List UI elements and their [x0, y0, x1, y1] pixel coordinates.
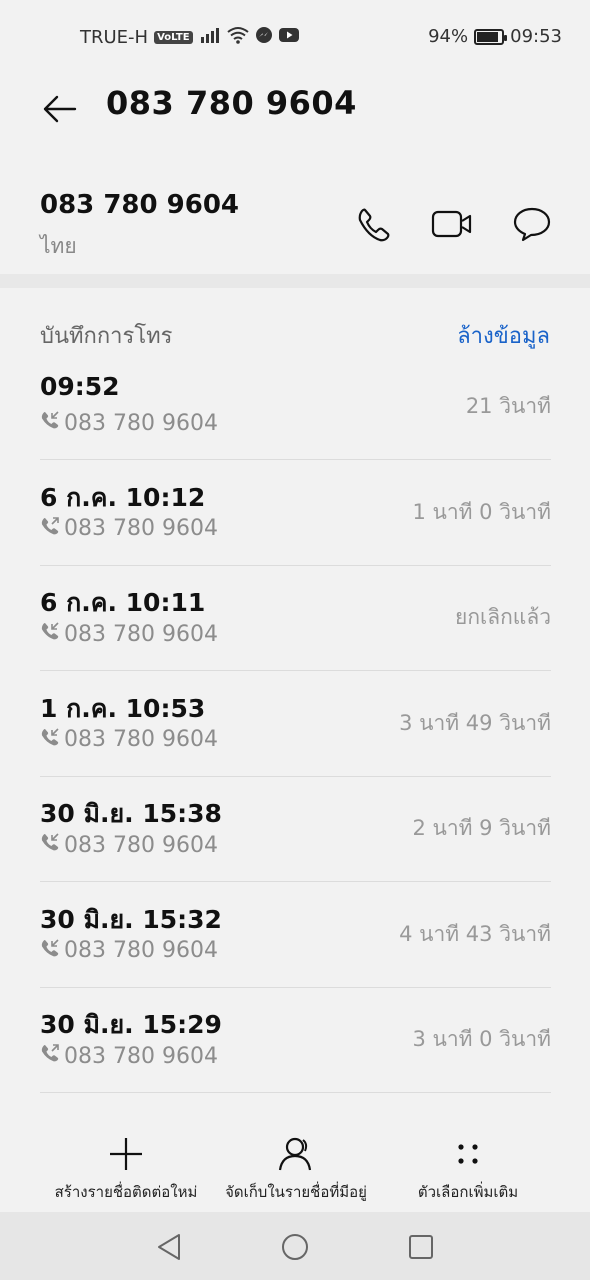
- call-duration: 3 นาที 0 วินาที: [412, 1027, 551, 1051]
- call-number: 083 780 9604: [64, 410, 218, 436]
- call-detail-screen: TRUE-H VoLTE 94% 09:53 083 780 9604 083 …: [0, 0, 590, 1280]
- more-options-button[interactable]: ตัวเลือกเพิ่มเติม: [398, 1124, 538, 1212]
- call-number: 083 780 9604: [64, 1043, 218, 1069]
- call-number: 083 780 9604: [64, 727, 218, 752]
- back-button[interactable]: [36, 86, 82, 132]
- battery-icon: [474, 28, 508, 45]
- battery-fill: [477, 31, 499, 42]
- battery-percent: 94%: [428, 26, 469, 47]
- call-duration: ยกเลิกแล้ว: [455, 605, 551, 629]
- page-title: 083 780 9604: [106, 84, 357, 122]
- app-header: 083 780 9604: [0, 74, 590, 164]
- new-contact-label: สร้างรายชื่อติดต่อใหม่: [54, 1183, 198, 1201]
- status-bar: TRUE-H VoLTE 94% 09:53: [0, 0, 590, 74]
- call-log-row[interactable]: 6 ก.ค. 10:11 083 780 9604 ยกเลิกแล้ว: [40, 565, 551, 671]
- save-existing-label: จัดเก็บในรายชื่อที่มีอยู่: [225, 1183, 367, 1201]
- call-log-row[interactable]: 1 ก.ค. 10:53 083 780 9604 3 นาที 49 วินาที: [40, 671, 551, 777]
- incoming-call-icon: [40, 621, 60, 647]
- call-duration: 3 นาที 49 วินาที: [399, 710, 551, 735]
- call-log-row[interactable]: 30 มิ.ย. 15:29 083 780 9604 3 นาที 0 วินาท…: [40, 987, 551, 1093]
- call-time: 09:52: [40, 372, 120, 401]
- call-duration: 4 นาที 43 วินาที: [399, 921, 551, 946]
- incoming-call-icon: [40, 410, 60, 436]
- call-log-row[interactable]: 09:52 083 780 9604 21 วินาที: [40, 354, 551, 460]
- call-time: 1 ก.ค. 10:53: [40, 693, 206, 723]
- back-arrow-icon: [43, 95, 77, 123]
- call-number: 083 780 9604: [64, 832, 218, 858]
- call-log-section: บันทึกการโทร ล้างข้อมูล 09:52 083 780 960…: [0, 288, 590, 1124]
- status-left: TRUE-H VoLTE: [80, 26, 299, 49]
- incoming-call-icon: [40, 727, 60, 753]
- call-log-row[interactable]: 30 มิ.ย. 15:32 083 780 9604 4 นาที 43 วินา…: [40, 882, 551, 988]
- call-duration: 2 นาที 9 วินาที: [412, 816, 551, 840]
- call-log-title: บันทึกการโทร: [40, 324, 173, 349]
- call-number-line: 083 780 9604: [40, 621, 218, 647]
- nav-home-button[interactable]: [278, 1230, 312, 1264]
- bottom-toolbar: สร้างรายชื่อติดต่อใหม่ จัดเก็บในรายชื่อท…: [0, 1124, 590, 1212]
- video-call-button[interactable]: [430, 202, 474, 246]
- status-right: 94% 09:53: [428, 26, 562, 47]
- call-time: 6 ก.ค. 10:11: [40, 588, 206, 617]
- signal-icon: [199, 27, 221, 48]
- back-triangle-icon: [158, 1234, 180, 1260]
- outgoing-call-icon: [40, 1043, 60, 1069]
- contact-region: ไทย: [40, 234, 77, 258]
- call-button[interactable]: [352, 202, 396, 246]
- call-number-line: 083 780 9604: [40, 1043, 218, 1069]
- contact-number: 083 780 9604: [40, 190, 240, 220]
- youtube-icon: [278, 27, 299, 48]
- call-number-line: 083 780 9604: [40, 410, 218, 436]
- call-number: 083 780 9604: [64, 516, 218, 541]
- call-number-line: 083 780 9604: [40, 832, 218, 858]
- call-number: 083 780 9604: [64, 938, 218, 963]
- call-duration: 1 นาที 0 วินาที: [412, 499, 551, 524]
- call-duration: 21 วินาที: [465, 394, 551, 418]
- more-dots-icon: [448, 1134, 488, 1174]
- volte-badge: VoLTE: [154, 31, 193, 44]
- phone-icon: [358, 208, 390, 242]
- call-time: 30 มิ.ย. 15:29: [40, 1010, 222, 1039]
- more-options-label: ตัวเลือกเพิ่มเติม: [417, 1183, 519, 1201]
- call-number-line: 083 780 9604: [40, 727, 218, 753]
- message-icon: [513, 207, 551, 242]
- call-log-row[interactable]: 30 มิ.ย. 15:38 083 780 9604 2 นาที 9 วินาท…: [40, 776, 551, 882]
- nav-back-button[interactable]: [152, 1230, 186, 1264]
- home-circle-icon: [282, 1234, 308, 1260]
- nav-recents-button[interactable]: [404, 1230, 438, 1264]
- call-time: 6 ก.ค. 10:12: [40, 482, 206, 512]
- message-button[interactable]: [510, 202, 554, 246]
- carrier-label: TRUE-H: [80, 27, 149, 48]
- wifi-icon: [226, 26, 249, 49]
- messenger-icon: [255, 26, 273, 49]
- call-number-line: 083 780 9604: [40, 516, 218, 542]
- section-divider: [0, 274, 590, 288]
- incoming-call-icon: [40, 832, 60, 858]
- call-time: 30 มิ.ย. 15:38: [40, 799, 222, 828]
- system-nav-bar: [0, 1212, 590, 1280]
- save-existing-button[interactable]: จัดเก็บในรายชื่อที่มีอยู่: [218, 1124, 374, 1212]
- plus-icon: [106, 1134, 146, 1174]
- call-log-row[interactable]: 6 ก.ค. 10:12 083 780 9604 1 นาที 0 วินาที: [40, 460, 551, 566]
- incoming-call-icon: [40, 938, 60, 964]
- call-time: 30 มิ.ย. 15:32: [40, 904, 222, 934]
- contact-person-icon: [276, 1134, 316, 1174]
- call-number: 083 780 9604: [64, 621, 218, 647]
- contact-card: 083 780 9604 ไทย: [0, 164, 590, 274]
- video-call-icon: [431, 210, 472, 238]
- outgoing-call-icon: [40, 516, 60, 542]
- recents-square-icon: [409, 1235, 433, 1259]
- new-contact-button[interactable]: สร้างรายชื่อติดต่อใหม่: [48, 1124, 204, 1212]
- clear-log-button[interactable]: ล้างข้อมูล: [457, 318, 550, 353]
- clock: 09:53: [510, 26, 562, 47]
- call-number-line: 083 780 9604: [40, 938, 218, 964]
